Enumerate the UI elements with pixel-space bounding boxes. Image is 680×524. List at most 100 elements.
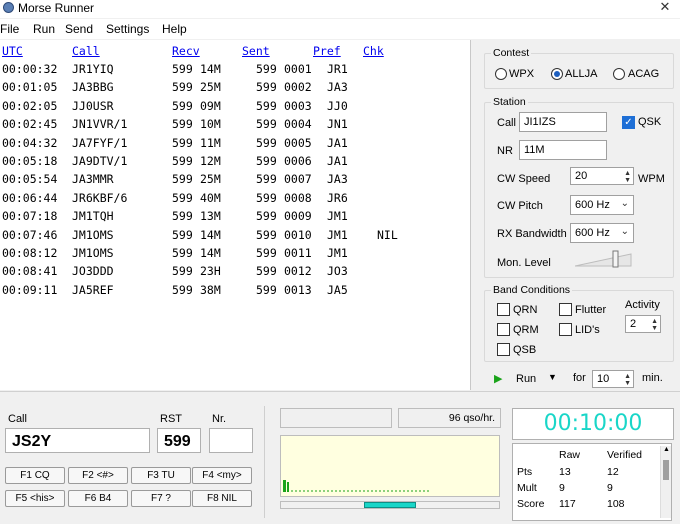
score-row-label: Mult: [517, 482, 537, 494]
qrn-checkbox[interactable]: [497, 303, 510, 316]
qsb-checkbox[interactable]: [497, 343, 510, 356]
rate-meter: [280, 435, 500, 497]
f6-b4-button[interactable]: F6 B4: [68, 490, 128, 507]
qsk-label: QSK: [638, 116, 662, 128]
rx-bandwidth-select[interactable]: 600 Hz ⌄: [570, 223, 634, 243]
col-header-recv[interactable]: Recv: [172, 44, 200, 58]
log-cell-rst-sent: 599: [256, 209, 277, 224]
table-row[interactable]: 00:05:18 JA9DTV/1 599 12M 599 0006 JA1: [0, 154, 470, 172]
mon-level-slider[interactable]: [574, 250, 633, 268]
log-cell-call: JA5REF: [72, 282, 114, 297]
table-row[interactable]: 00:00:32 JR1YIQ 599 14M 599 0001 JR1: [0, 62, 470, 80]
station-call-input[interactable]: JI1IZS: [519, 112, 607, 132]
menu-help[interactable]: Help: [162, 22, 187, 36]
activity-label: Activity: [625, 299, 660, 311]
qrm-checkbox[interactable]: [497, 323, 510, 336]
radio-acag[interactable]: [613, 68, 625, 80]
table-row[interactable]: 00:07:18 JM1TQH 599 13M 599 0009 JM1: [0, 209, 470, 227]
f1-cq-button[interactable]: F1 CQ: [5, 467, 65, 484]
table-row[interactable]: 00:02:05 JJ0USR 599 09M 599 0003 JJ0: [0, 99, 470, 117]
log-cell-pref: JJ0: [327, 98, 348, 113]
app-icon: [3, 2, 14, 13]
spin-down-icon[interactable]: ▼: [624, 177, 631, 184]
table-row[interactable]: 00:01:05 JA3BBG 599 25M 599 0002 JA3: [0, 80, 470, 98]
log-cell-rst: 599: [172, 209, 193, 224]
station-nr-input[interactable]: 11M: [519, 140, 607, 160]
menu-send[interactable]: Send: [65, 22, 93, 36]
log-cell-rst-sent: 599: [256, 172, 277, 187]
run-minutes-spinner[interactable]: 10 ▲ ▼: [592, 370, 634, 388]
f3-tu-button[interactable]: F3 TU: [131, 467, 191, 484]
contest-group: Contest WPX ALLJA ACAG: [484, 47, 674, 89]
qrm-label: QRM: [513, 324, 539, 336]
f8-nil-button[interactable]: F8 NIL: [192, 490, 252, 507]
table-row[interactable]: 00:08:12 JM1OMS 599 14M 599 0011 JM1: [0, 246, 470, 264]
play-icon[interactable]: ▶: [494, 372, 502, 385]
col-header-pref[interactable]: Pref: [313, 44, 341, 58]
log-cell-sent-nr: 0002: [284, 80, 312, 95]
scroll-up-icon[interactable]: ▲: [663, 446, 670, 453]
col-header-sent[interactable]: Sent: [242, 44, 270, 58]
entry-rst-input[interactable]: 599: [157, 428, 201, 453]
log-cell-recv-nr: 13M: [200, 209, 221, 224]
f4-my-button[interactable]: F4 <my>: [192, 467, 252, 484]
flutter-checkbox[interactable]: [559, 303, 572, 316]
lids-checkbox[interactable]: [559, 323, 572, 336]
log-cell-call: JJ0USR: [72, 98, 114, 113]
table-row[interactable]: 00:08:41 JO3DDD 599 23H 599 0012 JO3: [0, 264, 470, 282]
run-button-label[interactable]: Run: [516, 373, 536, 385]
run-dropdown-icon[interactable]: ▼: [548, 372, 557, 382]
cw-speed-spinner[interactable]: 20 ▲ ▼: [570, 167, 634, 185]
log-cell-utc: 00:04:32: [2, 135, 58, 150]
col-header-utc[interactable]: UTC: [2, 44, 23, 58]
log-cell-rst: 599: [172, 282, 193, 297]
table-row[interactable]: 00:05:54 JA3MMR 599 25M 599 0007 JA3: [0, 172, 470, 190]
qsb-label: QSB: [513, 344, 537, 356]
entry-nr-input[interactable]: [209, 428, 253, 453]
log-cell-sent-nr: 0013: [284, 282, 312, 297]
table-row[interactable]: 00:04:32 JA7FYF/1 599 11M 599 0005 JA1: [0, 136, 470, 154]
f2-exchange-button[interactable]: F2 <#>: [68, 467, 128, 484]
table-row[interactable]: 00:06:44 JR6KBF/6 599 40M 599 0008 JR6: [0, 191, 470, 209]
log-cell-call: JR6KBF/6: [72, 190, 128, 205]
spin-down-icon[interactable]: ▼: [624, 380, 631, 387]
qsk-checkbox[interactable]: ✓: [622, 116, 635, 129]
radio-wpx[interactable]: [495, 68, 507, 80]
table-row[interactable]: 00:09:11 JA5REF 599 38M 599 0013 JA5: [0, 283, 470, 301]
log-cell-rst-sent: 599: [256, 62, 277, 76]
log-cell-pref: JA5: [327, 282, 348, 297]
activity-spinner[interactable]: 2 ▲ ▼: [625, 315, 661, 333]
log-cell-call: JM1OMS: [72, 227, 114, 242]
log-cell-utc: 00:05:18: [2, 154, 58, 168]
table-row[interactable]: 00:07:46 JM1OMS 599 14M 599 0010 JM1 NIL: [0, 228, 470, 246]
log-cell-rst-sent: 599: [256, 264, 277, 279]
radio-allja[interactable]: [551, 68, 563, 80]
entry-nr-label: Nr.: [212, 413, 227, 425]
radio-acag-label: ACAG: [628, 68, 660, 80]
scrollbar-thumb[interactable]: [663, 460, 669, 480]
spin-up-icon[interactable]: ▲: [651, 318, 658, 325]
table-row[interactable]: 00:02:45 JN1VVR/1 599 10M 599 0004 JN1: [0, 117, 470, 135]
spin-up-icon[interactable]: ▲: [624, 373, 631, 380]
entry-call-input[interactable]: JS2Y: [5, 428, 150, 453]
rx-bandwidth-label: RX Bandwidth: [497, 228, 567, 240]
lids-label: LID's: [575, 324, 600, 336]
f5-his-button[interactable]: F5 <his>: [5, 490, 65, 507]
score-scrollbar[interactable]: ▲: [660, 446, 671, 518]
log-cell-sent-nr: 0005: [284, 135, 312, 150]
score-cell: 12: [607, 466, 619, 478]
f7-query-button[interactable]: F7 ?: [131, 490, 191, 507]
menu-settings[interactable]: Settings: [106, 22, 149, 36]
spin-down-icon[interactable]: ▼: [651, 325, 658, 332]
close-icon[interactable]: ✕: [654, 0, 676, 16]
menu-run[interactable]: Run: [33, 22, 55, 36]
rate-graph: [283, 480, 431, 492]
run-minutes-value: 10: [597, 373, 610, 385]
log-cell-recv-nr: 09M: [200, 98, 221, 113]
col-header-call[interactable]: Call: [72, 44, 100, 58]
menu-file[interactable]: File: [0, 22, 19, 36]
spin-up-icon[interactable]: ▲: [624, 170, 631, 177]
cw-pitch-select[interactable]: 600 Hz ⌄: [570, 195, 634, 215]
progress-track: [280, 501, 500, 509]
col-header-chk[interactable]: Chk: [363, 44, 384, 58]
